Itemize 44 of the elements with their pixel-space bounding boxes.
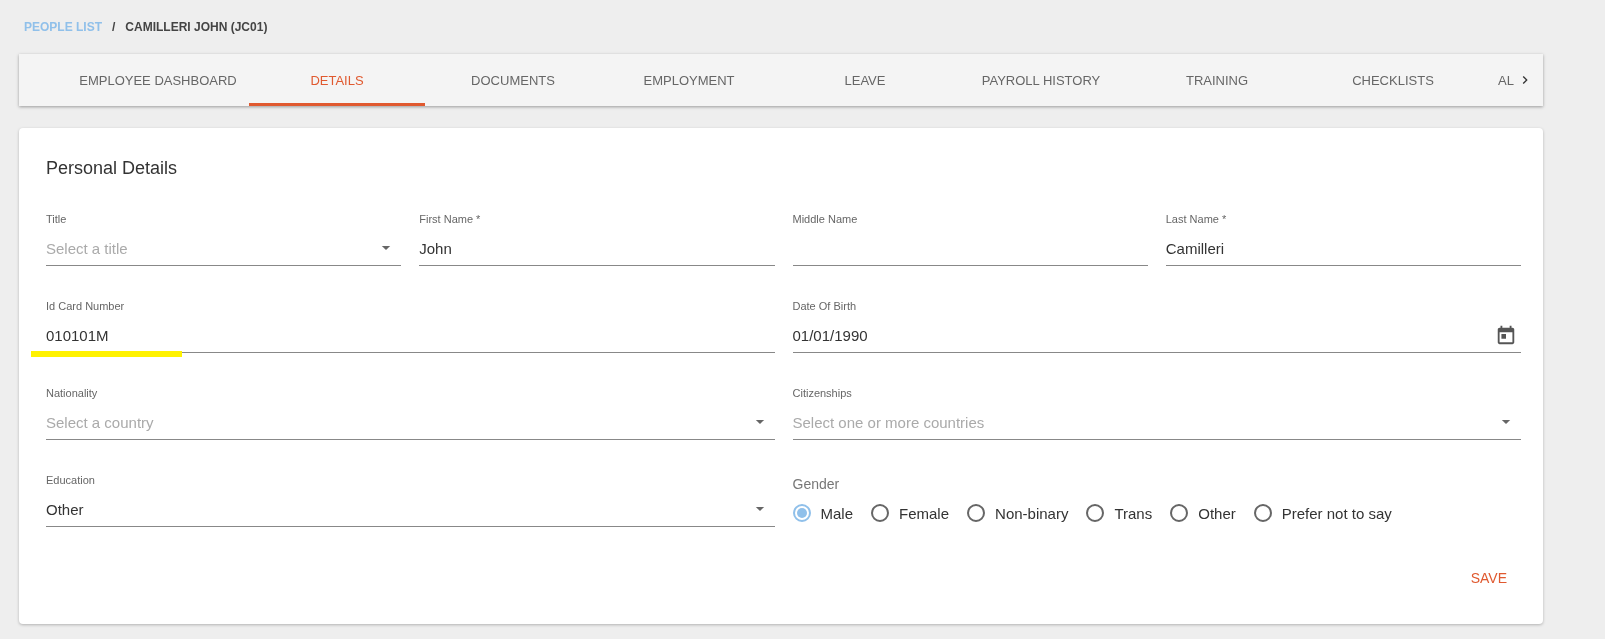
tab[interactable]: DOCUMENTS xyxy=(425,54,601,106)
radio-button[interactable] xyxy=(1170,504,1189,522)
tab[interactable]: TRAINING xyxy=(1129,54,1305,106)
dropdown-arrow-icon[interactable] xyxy=(381,243,392,253)
radio-label: Trans xyxy=(1114,504,1153,522)
field-label: Middle Name xyxy=(792,213,859,227)
tab[interactable]: CHECKLISTS xyxy=(1305,54,1481,106)
input-field[interactable]: John xyxy=(419,231,775,266)
tab[interactable]: PAYROLL HISTORY xyxy=(953,54,1129,106)
breadcrumb-current: CAMILLERI JOHN (JC01) xyxy=(125,20,268,34)
save-button[interactable]: SAVE xyxy=(1456,562,1521,594)
field-label: Nationality xyxy=(46,387,99,401)
dropdown-field[interactable]: Other xyxy=(46,492,775,527)
breadcrumb-separator: / xyxy=(112,20,116,34)
dropdown-arrow-icon[interactable] xyxy=(1501,417,1511,427)
radio-button[interactable] xyxy=(792,504,811,522)
field-label: Last Name * xyxy=(1165,213,1228,227)
tab[interactable]: AL xyxy=(1481,54,1517,106)
date-field[interactable]: 01/01/1990 xyxy=(792,318,1521,353)
input-field[interactable]: Camilleri xyxy=(1165,231,1521,266)
tab[interactable]: EMPLOYMENT xyxy=(601,54,777,106)
radio-label: Female xyxy=(899,504,950,522)
radio-button[interactable] xyxy=(967,504,986,522)
radio-label: Male xyxy=(820,504,853,522)
field-label: Gender xyxy=(792,475,841,494)
dropdown-arrow-icon[interactable] xyxy=(754,504,765,514)
calendar-icon[interactable] xyxy=(1495,324,1517,346)
field-label: Education xyxy=(46,474,96,488)
radio-label: Other xyxy=(1198,504,1236,522)
dropdown-arrow-icon[interactable] xyxy=(754,417,765,427)
tab[interactable]: EMPLOYEE DASHBOARD xyxy=(67,54,249,106)
radio-button[interactable] xyxy=(871,504,889,522)
field-label: Id Card Number xyxy=(46,300,126,314)
tab[interactable]: LEAVE xyxy=(777,54,953,106)
radio-label: Prefer not to say xyxy=(1281,504,1392,522)
field-label: Title xyxy=(46,213,68,227)
radio-button[interactable] xyxy=(1086,504,1105,522)
field-label: Citizenships xyxy=(792,387,853,401)
field-label: First Name * xyxy=(419,213,482,227)
radio-label: Non-binary xyxy=(995,504,1069,522)
tab[interactable]: DETAILS xyxy=(249,54,425,106)
field-label: Date Of Birth xyxy=(792,300,858,314)
radio-button[interactable] xyxy=(1253,504,1272,522)
section-title: Personal Details xyxy=(46,158,179,179)
